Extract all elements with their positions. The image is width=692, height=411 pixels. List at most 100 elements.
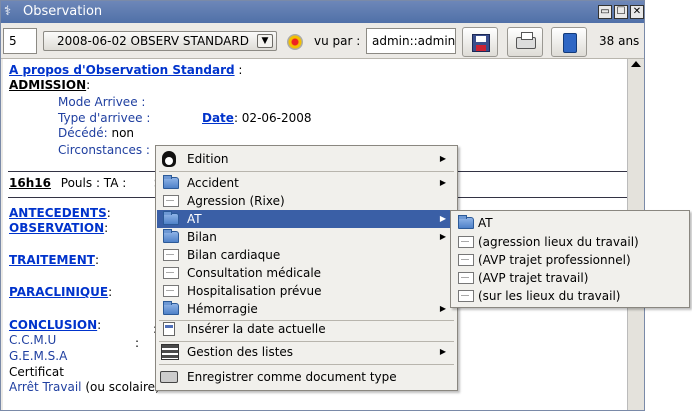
print-button[interactable] [507,27,543,57]
submenu-item-avp-travail[interactable]: (AVP trajet travail) [452,269,688,287]
submenu-arrow-icon: ▶ [439,214,446,223]
menu-item-bilan-cardiaque[interactable]: Bilan cardiaque [157,246,456,264]
submenu-arrow-icon: ▶ [439,347,446,356]
conclusion-suffix: : [97,318,102,332]
antecedents-suffix: : [106,206,111,220]
submenu-item-agression-lieux[interactable]: (agression lieux du travail) [452,233,688,251]
save-button[interactable] [462,27,498,57]
close-button[interactable]: ✕ [630,5,644,19]
arret-travail-suffix: (ou scolaire) [85,380,160,394]
antecedents-link[interactable]: ANTECEDENTS [9,206,107,220]
printer-icon [516,32,536,49]
document-icon [458,236,474,248]
submenu-item-avp-professionnel[interactable]: (AVP trajet professionnel) [452,251,688,269]
document-icon [163,249,179,261]
certificat-label: Certificat [9,365,64,379]
submenu-at: AT (agression lieux du travail) (AVP tra… [450,210,690,308]
observation-select[interactable]: 2008-06-02 OBSERV STANDARD ▼ [43,31,277,51]
menu-item-label: Agression (Rixe) [187,194,285,208]
viewed-by-label: vu par : [314,34,361,48]
record-status-icon[interactable] [287,34,303,50]
floppy-icon [472,34,490,52]
submenu-item-at[interactable]: AT [452,214,688,232]
title-bar[interactable]: ⚕ Observation ▭ ☐ ✕ [1,1,644,23]
menu-item-label: Bilan cardiaque [187,248,281,262]
menu-item-manage-lists[interactable]: Gestion des listes ▶ [157,343,456,361]
traitement-suffix: : [94,253,99,267]
date-value: : 02-06-2008 [233,111,312,125]
menu-item-label: AT [187,212,202,226]
menu-separator [159,171,454,172]
paraclinique-link[interactable]: PARACLINIQUE [9,285,108,299]
menu-item-hemorragie[interactable]: Hémorragie ▶ [157,300,456,318]
menu-item-bilan[interactable]: Bilan ▶ [157,228,456,246]
menu-item-label: Hospitalisation prévue [187,284,322,298]
decede-label: Décédé: [58,126,108,140]
menu-separator [159,341,454,342]
trash-icon [563,33,577,53]
menu-item-label: (agression lieux du travail) [478,235,639,249]
document-icon [458,290,474,302]
menu-item-label: Hémorragie [187,302,258,316]
folder-icon [163,175,179,189]
menu-item-label: Edition [187,152,229,166]
menu-item-label: (AVP trajet professionnel) [478,253,631,267]
ccmu-suffix: : [135,336,140,350]
ccmu-label: C.C.M.U [9,333,57,347]
window-title: Observation [23,4,103,19]
menu-item-label: Accident [187,176,239,190]
menu-item-agression[interactable]: Agression (Rixe) [157,192,456,210]
arret-travail-label: Arrêt Travail [9,380,82,394]
gemsa-label: G.E.M.S.A [9,349,68,363]
menu-item-save-template[interactable]: Enregistrer comme document type [157,368,456,386]
menu-item-label: Consultation médicale [187,266,322,280]
viewed-by-user-field[interactable]: admin::admin [366,28,456,54]
time-label: 16h16 [9,176,51,190]
menu-item-hospitalisation[interactable]: Hospitalisation prévue [157,282,456,300]
printer-icon [160,371,178,383]
maximize-button[interactable]: ☐ [614,5,628,19]
document-icon [458,272,474,284]
menu-item-label: Gestion des listes [187,345,294,359]
record-id-field[interactable]: 5 [3,28,37,54]
menu-item-edition[interactable]: Edition ▶ [157,150,456,168]
stethoscope-icon: ⚕ [4,4,12,19]
conclusion-link[interactable]: CONCLUSION [9,318,97,332]
tux-icon [162,151,176,167]
header-suffix: : [238,63,243,77]
observation-link[interactable]: OBSERVATION [9,221,104,235]
menu-item-label: AT [478,216,493,230]
delete-button[interactable] [551,27,587,57]
decede-value: non [111,126,135,140]
minimize-button[interactable]: ▭ [598,5,612,19]
circonstances-label: Circonstances : [58,143,150,157]
header-link[interactable]: A propos d'Observation Standard [9,63,235,77]
document-icon [163,195,179,207]
paraclinique-suffix: : [108,285,113,299]
submenu-arrow-icon: ▶ [439,304,446,313]
menu-item-accident[interactable]: Accident ▶ [157,174,456,192]
folder-icon [458,215,474,229]
chevron-down-icon[interactable]: ▼ [257,34,273,48]
admission-suffix: : [86,78,91,92]
document-icon [163,285,179,297]
submenu-arrow-icon: ▶ [439,154,446,163]
mode-arrivee-label: Mode Arrivee : [58,95,146,109]
menu-item-insert-date[interactable]: Insérer la date actuelle [157,320,456,338]
traitement-link[interactable]: TRAITEMENT [9,253,95,267]
vitals-label: Pouls : TA : [60,176,127,190]
menu-item-consultation[interactable]: Consultation médicale [157,264,456,282]
folder-icon [163,211,179,225]
menu-item-at[interactable]: AT ▶ [157,210,456,228]
submenu-item-lieux-travail[interactable]: (sur les lieux du travail) [452,287,688,305]
toolbar: 5 2008-06-02 OBSERV STANDARD ▼ vu par : … [1,24,644,59]
menu-item-label: (sur les lieux du travail) [478,289,621,303]
scroll-up-icon[interactable] [631,61,641,67]
submenu-arrow-icon: ▶ [439,232,446,241]
menu-item-label: Insérer la date actuelle [187,322,326,336]
list-icon [161,344,179,360]
date-link[interactable]: Date [202,111,234,125]
folder-icon [163,301,179,315]
admission-heading: ADMISSION [9,78,87,92]
menu-separator [159,364,454,365]
